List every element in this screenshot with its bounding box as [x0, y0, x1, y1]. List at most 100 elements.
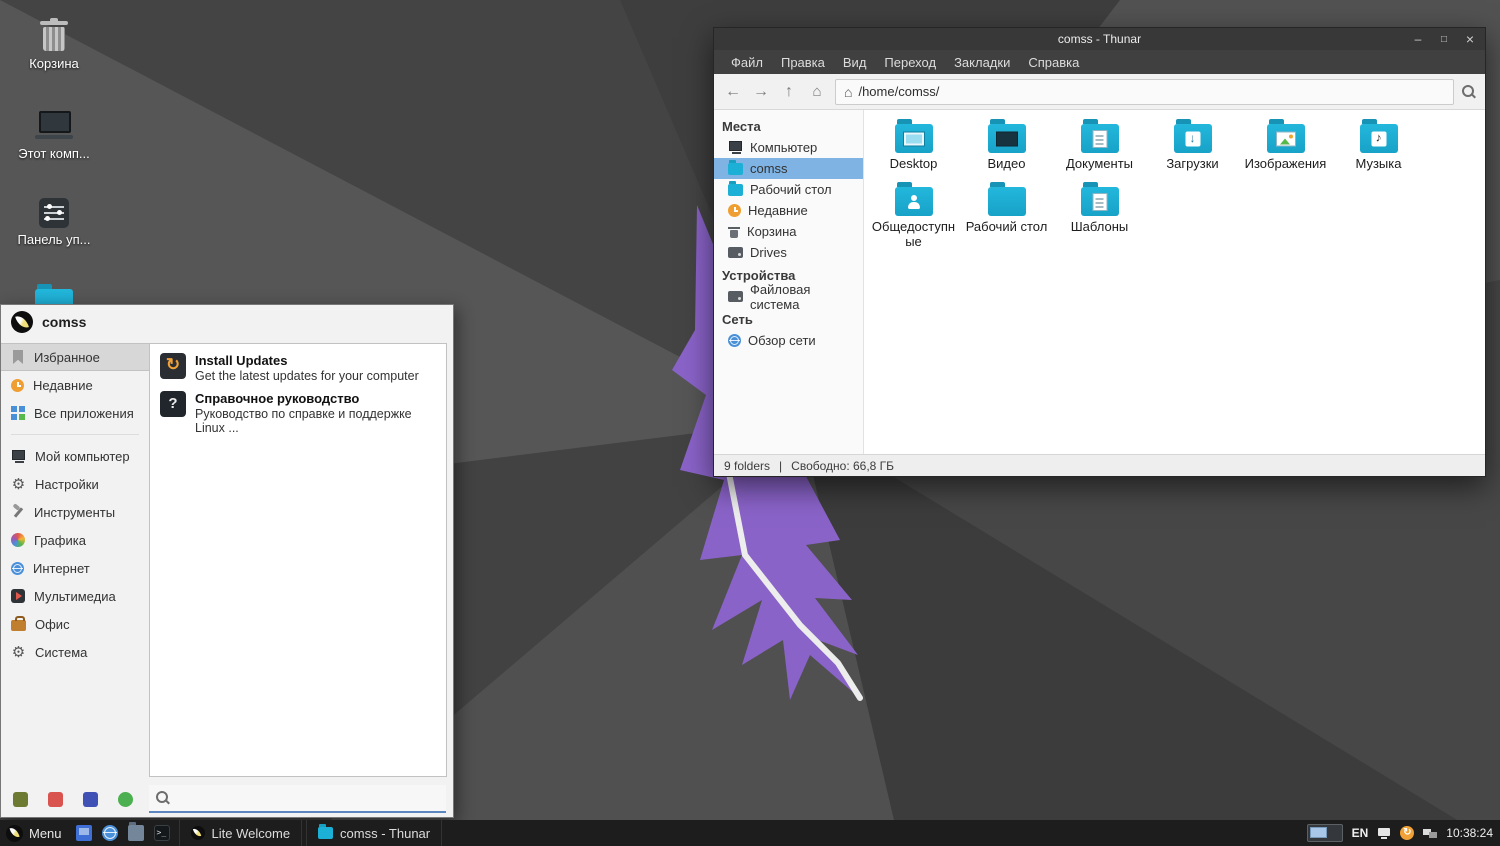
desktop-icon-label: Панель уп...: [17, 232, 91, 247]
quick-icon-2[interactable]: [48, 791, 63, 807]
menu-edit[interactable]: Правка: [772, 50, 834, 74]
category-tools[interactable]: Инструменты: [1, 498, 149, 526]
sidebar-item-recent[interactable]: Недавние: [714, 200, 863, 221]
menu-username: comss: [42, 314, 87, 330]
search-icon: [156, 791, 170, 805]
sidebar-item-label: Корзина: [747, 224, 797, 239]
desktop-icon-computer[interactable]: Этот комп...: [10, 108, 98, 161]
file-item[interactable]: Загрузки: [1146, 118, 1239, 171]
workspace-switcher[interactable]: [1306, 824, 1343, 842]
path-bar[interactable]: /home/comss/: [835, 78, 1454, 105]
category-system[interactable]: Система: [1, 638, 149, 666]
task-thunar[interactable]: comss - Thunar: [306, 820, 443, 846]
menu-bookmarks[interactable]: Закладки: [945, 50, 1019, 74]
keyboard-layout[interactable]: EN: [1352, 826, 1369, 840]
minimize-button[interactable]: [1405, 28, 1431, 50]
category-graphics[interactable]: Графика: [1, 526, 149, 554]
desktop-icon-control-panel[interactable]: Панель уп...: [10, 196, 98, 247]
forward-button[interactable]: [751, 82, 771, 102]
category-favorites[interactable]: Избранное: [1, 343, 149, 371]
system-tray: EN 10:38:24: [1306, 824, 1500, 842]
folder-downloads-icon: [1173, 119, 1212, 153]
search-icon[interactable]: [1462, 84, 1476, 99]
category-recent[interactable]: Недавние: [1, 371, 149, 399]
sidebar-item-label: Компьютер: [750, 140, 818, 155]
result-install-updates[interactable]: Install Updates Get the latest updates f…: [155, 349, 441, 387]
folder-icon: [728, 180, 743, 196]
category-label: Недавние: [33, 377, 93, 393]
file-item[interactable]: Видео: [960, 118, 1053, 171]
status-free-space: Свободно: 66,8 ГБ: [791, 458, 895, 473]
show-desktop-icon[interactable]: [75, 825, 92, 841]
file-grid: Desktop Видео Документы Загрузки Изображ…: [864, 110, 1485, 454]
menu-search[interactable]: [149, 785, 446, 813]
window-title: comss - Thunar: [1057, 32, 1142, 46]
menu-view[interactable]: Вид: [834, 50, 876, 74]
category-all-apps[interactable]: Все приложения: [1, 399, 149, 427]
file-item[interactable]: Общедоступные: [867, 181, 960, 249]
sidebar-item-comss[interactable]: comss: [714, 158, 863, 179]
display-icon[interactable]: [1377, 826, 1391, 840]
updates-tray-icon[interactable]: [1400, 826, 1415, 840]
search-input[interactable]: [177, 789, 439, 807]
task-lite-welcome[interactable]: Lite Welcome: [178, 820, 303, 846]
home-button[interactable]: [807, 82, 827, 102]
browser-icon[interactable]: [101, 825, 118, 841]
menu-results: Install Updates Get the latest updates f…: [149, 343, 447, 777]
quick-icon-3[interactable]: [83, 791, 98, 807]
sidebar-item-desktop[interactable]: Рабочий стол: [714, 179, 863, 200]
sidebar-item-filesystem[interactable]: Файловая система: [714, 282, 863, 312]
file-item[interactable]: Рабочий стол: [960, 181, 1053, 249]
close-button[interactable]: [1457, 28, 1483, 50]
category-my-computer[interactable]: Мой компьютер: [1, 442, 149, 470]
globe-icon: [11, 561, 24, 575]
sidebar-item-drives[interactable]: Drives: [714, 242, 863, 263]
file-item[interactable]: Музыка: [1332, 118, 1425, 171]
file-item[interactable]: Шаблоны: [1053, 181, 1146, 249]
file-item[interactable]: Документы: [1053, 118, 1146, 171]
titlebar[interactable]: comss - Thunar: [714, 28, 1485, 50]
menu-file[interactable]: Файл: [722, 50, 772, 74]
up-button[interactable]: [779, 82, 799, 102]
file-manager-icon[interactable]: [127, 822, 144, 841]
settings-icon: [11, 477, 26, 492]
quick-icon-1[interactable]: [13, 791, 28, 807]
file-label: Загрузки: [1166, 156, 1219, 171]
file-item[interactable]: Desktop: [867, 118, 960, 171]
file-label: Desktop: [889, 156, 938, 171]
home-icon: [844, 84, 852, 100]
terminal-icon[interactable]: [153, 825, 170, 841]
maximize-button[interactable]: [1431, 28, 1457, 50]
category-internet[interactable]: Интернет: [1, 554, 149, 582]
desktop-icon-trash[interactable]: Корзина: [10, 18, 98, 71]
menu-help[interactable]: Справка: [1019, 50, 1088, 74]
result-help-manual[interactable]: Справочное руководство Руководство по сп…: [155, 387, 441, 439]
category-label: Мой компьютер: [35, 448, 130, 464]
category-label: Офис: [35, 616, 70, 632]
sidebar-item-label: Рабочий стол: [750, 182, 832, 197]
menu-go[interactable]: Переход: [875, 50, 945, 74]
bookmark-icon: [13, 350, 23, 364]
clock[interactable]: 10:38:24: [1446, 826, 1493, 840]
graphics-icon: [11, 533, 25, 547]
file-label: Рабочий стол: [965, 219, 1048, 235]
network-tray-icon[interactable]: [1423, 826, 1438, 840]
file-label: Видео: [987, 156, 1026, 171]
quick-icon-4[interactable]: [118, 791, 133, 807]
file-item[interactable]: Изображения: [1239, 118, 1332, 171]
back-button[interactable]: [723, 82, 743, 102]
sidebar-item-network-browse[interactable]: Обзор сети: [714, 330, 863, 351]
linux-lite-logo-icon: [6, 824, 23, 842]
taskbar-menu-button[interactable]: Menu: [0, 820, 71, 846]
menubar: Файл Правка Вид Переход Закладки Справка: [714, 50, 1485, 74]
category-multimedia[interactable]: Мультимедиа: [1, 582, 149, 610]
sidebar-item-trash[interactable]: Корзина: [714, 221, 863, 242]
sidebar-item-computer[interactable]: Компьютер: [714, 137, 863, 158]
category-settings[interactable]: Настройки: [1, 470, 149, 498]
folder-documents-icon: [1080, 119, 1119, 153]
trash-icon: [37, 18, 71, 52]
computer-icon: [11, 449, 26, 463]
category-label: Настройки: [35, 476, 99, 492]
category-office[interactable]: Офис: [1, 610, 149, 638]
trash-icon: [728, 225, 740, 238]
